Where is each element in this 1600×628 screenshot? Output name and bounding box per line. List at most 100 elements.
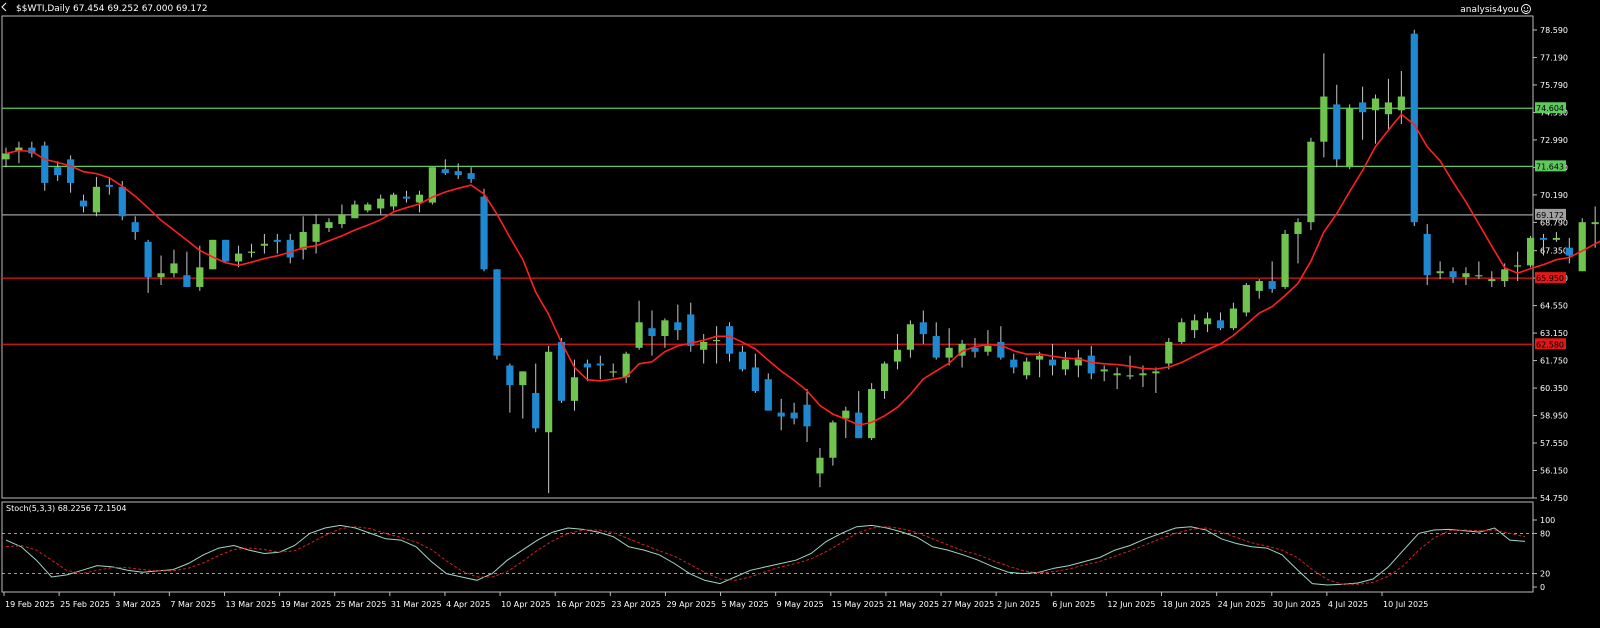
candle-body[interactable] xyxy=(1565,247,1573,256)
candle-body[interactable] xyxy=(273,239,281,242)
candle-body[interactable] xyxy=(415,194,424,203)
candle-body[interactable] xyxy=(157,273,165,278)
candle-body[interactable] xyxy=(635,322,643,348)
candle-body[interactable] xyxy=(54,167,62,176)
candle-body[interactable] xyxy=(1526,237,1535,266)
candle-body[interactable] xyxy=(260,243,268,246)
candle-body[interactable] xyxy=(1229,308,1237,329)
candle-body[interactable] xyxy=(1100,369,1108,372)
candle-body[interactable] xyxy=(1061,359,1070,370)
candle-body[interactable] xyxy=(1475,275,1483,277)
candle-body[interactable] xyxy=(1113,373,1121,376)
candle-body[interactable] xyxy=(506,365,514,386)
candle-body[interactable] xyxy=(131,222,139,232)
candle-body[interactable] xyxy=(557,341,566,401)
candle-body[interactable] xyxy=(570,377,579,401)
candle-body[interactable] xyxy=(1087,355,1095,374)
candle-body[interactable] xyxy=(1384,102,1393,115)
candle-body[interactable] xyxy=(1203,318,1212,325)
candle-body[interactable] xyxy=(893,349,902,362)
candle-body[interactable] xyxy=(1255,281,1263,291)
candle-body[interactable] xyxy=(67,159,75,183)
candle-body[interactable] xyxy=(751,367,759,392)
candle-body[interactable] xyxy=(700,341,708,350)
candle-body[interactable] xyxy=(1539,237,1548,240)
candle-body[interactable] xyxy=(1320,96,1328,142)
candle-body[interactable] xyxy=(803,404,811,427)
candle-body[interactable] xyxy=(997,341,1005,358)
candle-body[interactable] xyxy=(234,253,243,262)
candle-body[interactable] xyxy=(1488,279,1496,282)
candle-body[interactable] xyxy=(144,241,152,278)
candle-body[interactable] xyxy=(1242,284,1250,313)
candle-body[interactable] xyxy=(222,239,230,262)
candle-body[interactable] xyxy=(1281,233,1289,287)
candle-body[interactable] xyxy=(609,371,617,373)
candle-body[interactable] xyxy=(325,222,333,229)
candle-body[interactable] xyxy=(906,324,914,350)
candle-body[interactable] xyxy=(1514,265,1522,267)
candle-body[interactable] xyxy=(674,322,682,331)
candle-body[interactable] xyxy=(1552,237,1560,240)
candle-body[interactable] xyxy=(493,269,501,356)
candle-body[interactable] xyxy=(790,412,798,419)
candle-body[interactable] xyxy=(661,320,669,337)
candle-body[interactable] xyxy=(1268,281,1276,289)
candle-body[interactable] xyxy=(1152,371,1160,374)
candle-body[interactable] xyxy=(829,422,837,458)
candle-body[interactable] xyxy=(402,196,411,199)
candle-body[interactable] xyxy=(247,251,256,253)
candle-body[interactable] xyxy=(454,171,462,176)
candle-body[interactable] xyxy=(1462,273,1470,278)
candle-body[interactable] xyxy=(183,275,191,287)
candle-body[interactable] xyxy=(945,347,953,358)
candle-body[interactable] xyxy=(170,263,178,274)
candle-body[interactable] xyxy=(1501,269,1509,282)
candle-body[interactable] xyxy=(41,145,49,183)
candle-body[interactable] xyxy=(596,363,604,366)
candle-body[interactable] xyxy=(1126,375,1134,377)
candle-body[interactable] xyxy=(1216,320,1225,329)
candle-body[interactable] xyxy=(919,322,927,335)
candle-body[interactable] xyxy=(1010,359,1018,368)
candle-body[interactable] xyxy=(1397,96,1405,111)
candle-body[interactable] xyxy=(286,239,294,258)
candle-body[interactable] xyxy=(480,196,488,270)
candle-body[interactable] xyxy=(1436,271,1444,274)
candle-body[interactable] xyxy=(1423,233,1431,276)
candle-body[interactable] xyxy=(1191,320,1199,331)
candle-body[interactable] xyxy=(777,412,785,417)
candle-body[interactable] xyxy=(932,336,940,358)
candle-body[interactable] xyxy=(1578,222,1586,272)
candle-body[interactable] xyxy=(1036,355,1044,360)
candle-body[interactable] xyxy=(532,392,540,429)
candle-body[interactable] xyxy=(79,200,88,207)
candle-body[interactable] xyxy=(738,351,747,370)
candle-body[interactable] xyxy=(687,314,695,346)
candle-body[interactable] xyxy=(338,214,346,225)
candle-body[interactable] xyxy=(1139,373,1147,376)
candle-body[interactable] xyxy=(351,204,359,219)
candle-body[interactable] xyxy=(880,363,889,392)
candle-body[interactable] xyxy=(467,173,475,179)
candle-body[interactable] xyxy=(1294,222,1302,234)
candle-body[interactable] xyxy=(2,153,10,160)
candle-body[interactable] xyxy=(1178,322,1186,342)
candle-body[interactable] xyxy=(377,198,385,209)
candle-body[interactable] xyxy=(364,204,372,211)
candle-body[interactable] xyxy=(1371,98,1380,111)
candle-body[interactable] xyxy=(971,347,979,352)
candle-body[interactable] xyxy=(583,363,591,368)
candle-body[interactable] xyxy=(519,371,527,386)
candle-body[interactable] xyxy=(390,194,398,207)
candle-body[interactable] xyxy=(209,239,217,270)
candle-body[interactable] xyxy=(105,184,113,187)
candle-body[interactable] xyxy=(1048,359,1057,366)
candle-body[interactable] xyxy=(312,224,320,242)
candle-body[interactable] xyxy=(725,326,734,354)
candle-body[interactable] xyxy=(441,169,449,174)
candle-body[interactable] xyxy=(1023,361,1031,376)
candle-body[interactable] xyxy=(196,267,204,287)
candle-body[interactable] xyxy=(713,339,721,342)
candle-body[interactable] xyxy=(868,389,876,439)
